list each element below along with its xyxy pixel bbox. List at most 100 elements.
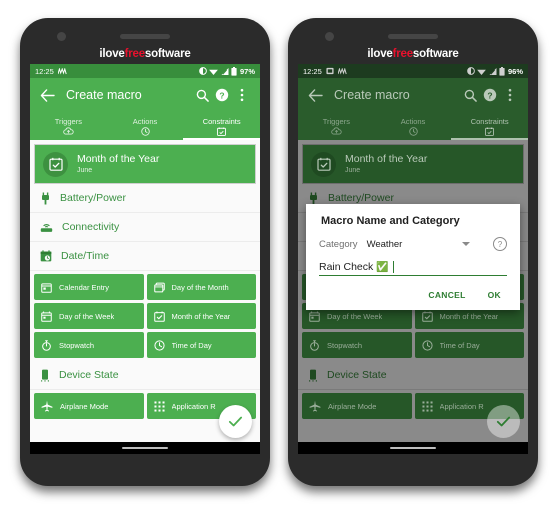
battery-percent: 96% [507, 66, 523, 76]
chip-label: Stopwatch [327, 340, 363, 350]
watermark-part3: software [412, 48, 459, 60]
category-select[interactable]: Weather [367, 239, 453, 250]
chip-label: Day of the Week [327, 311, 383, 321]
stopwatch-icon [309, 339, 320, 351]
section-battery-power[interactable]: Battery/Power [30, 184, 260, 213]
chip-label: Stopwatch [59, 340, 95, 350]
chip-time-of-day[interactable]: Time of Day [146, 332, 256, 358]
dialog-actions: CANCEL OK [319, 290, 507, 302]
selected-constraint-title: Month of the Year [77, 153, 160, 166]
notification-icon [57, 67, 67, 75]
calendar-days-icon [153, 282, 165, 293]
chip-label: Time of Day [439, 340, 480, 350]
chip-label: Application R [439, 401, 484, 411]
chip-day-of-the-week[interactable]: Day of the Week [34, 303, 144, 329]
tab-triggers-label: Triggers [322, 116, 350, 126]
section-label: Connectivity [62, 221, 120, 233]
calendar-check-icon [311, 151, 336, 177]
section-device-state[interactable]: Device State [30, 361, 260, 390]
section-label: Date/Time [61, 250, 110, 262]
status-time: 12:25 [35, 66, 54, 76]
constraints-list: Month of the Year June Battery/Power Con… [30, 140, 260, 442]
section-label: Device State [327, 369, 387, 381]
screen-left: 12:25 97% Create macro ? Triggers Action… [30, 64, 260, 454]
selected-constraint-card[interactable]: Month of the Year June [302, 144, 524, 184]
save-macro-fab[interactable] [487, 405, 520, 438]
front-camera-icon [325, 32, 334, 41]
home-gesture-pill[interactable] [122, 447, 168, 449]
chip-day-of-the-month[interactable]: Day of the Month [146, 274, 256, 300]
dialog-title: Macro Name and Category [321, 215, 460, 227]
router-icon [40, 221, 53, 233]
macro-name-input[interactable]: Rain Check ✅ [319, 261, 507, 276]
chip-airplane-mode[interactable]: Airplane Mode [302, 393, 412, 419]
battery-icon [499, 66, 506, 76]
chip-stopwatch[interactable]: Stopwatch [302, 332, 412, 358]
chip-calendar-entry[interactable]: Calendar Entry [34, 274, 144, 300]
macro-name-dialog: Macro Name and Category Category Weather… [306, 204, 520, 310]
chip-label: Time of Day [171, 340, 212, 350]
earpiece-speaker [388, 34, 438, 39]
notification-icon [337, 67, 347, 75]
clock-icon [421, 339, 433, 351]
phone-left: ilovefreesoftware 12:25 97% Create macro… [20, 18, 270, 486]
search-icon[interactable] [192, 85, 212, 105]
selected-constraint-card[interactable]: Month of the Year June [34, 144, 256, 184]
tab-constraints[interactable]: Constraints [183, 112, 260, 140]
clock-icon [140, 126, 150, 136]
status-bar: 12:25 [30, 64, 260, 78]
help-circle-icon[interactable]: ? [493, 237, 507, 251]
chip-time-of-day[interactable]: Time of Day [414, 332, 524, 358]
tab-constraints[interactable]: Constraints [451, 112, 528, 140]
earpiece-speaker [120, 34, 170, 39]
save-macro-fab[interactable] [219, 405, 252, 438]
tab-triggers[interactable]: Triggers [30, 112, 107, 140]
tab-constraints-label: Constraints [202, 116, 241, 126]
tab-bar: Triggers Actions Constraints [30, 112, 260, 140]
tab-actions[interactable]: Actions [107, 112, 184, 140]
section-device-state[interactable]: Device State [298, 361, 528, 390]
back-button[interactable] [38, 86, 56, 104]
watermark-part1: ilove [367, 48, 393, 60]
airplane-icon [309, 400, 321, 412]
calendar-check-icon [153, 310, 165, 322]
chip-label: Day of the Week [59, 311, 115, 321]
wifi-icon [477, 68, 487, 75]
help-circle-icon[interactable]: ? [212, 85, 232, 105]
chip-airplane-mode[interactable]: Airplane Mode [34, 393, 144, 419]
screen-right: 12:25 96% Create macro ? Triggers Action… [298, 64, 528, 454]
phone-right: ilovefreesoftware 12:25 96% Create macro… [288, 18, 538, 486]
check-icon [495, 413, 512, 430]
chip-label: Month of the Year [171, 311, 231, 321]
grid-apps-icon [153, 400, 165, 412]
home-gesture-pill[interactable] [390, 447, 436, 449]
search-icon[interactable] [460, 85, 480, 105]
more-vertical-icon[interactable] [500, 85, 520, 105]
cloud-upload-icon [63, 127, 74, 136]
chip-month-of-the-year[interactable]: Month of the Year [146, 303, 256, 329]
site-watermark: ilovefreesoftware [288, 48, 538, 60]
front-camera-icon [57, 32, 66, 41]
text-cursor [392, 261, 394, 273]
section-date-time[interactable]: Date/Time [30, 242, 260, 271]
calendar-check-icon [217, 127, 227, 136]
chip-label: Month of the Year [439, 311, 499, 321]
chip-stopwatch[interactable]: Stopwatch [34, 332, 144, 358]
back-button[interactable] [306, 86, 324, 104]
smartphone-icon [308, 369, 318, 382]
screenshot-icon [326, 67, 334, 75]
calendar-check-icon [43, 151, 68, 177]
selected-constraint-subtitle: June [345, 166, 361, 174]
tab-actions[interactable]: Actions [375, 112, 452, 140]
status-bar: 12:25 [298, 64, 528, 78]
more-vertical-icon[interactable] [232, 85, 252, 105]
screenshot-stage: ilovefreesoftware 12:25 97% Create macro… [0, 0, 550, 508]
section-connectivity[interactable]: Connectivity [30, 213, 260, 242]
tab-triggers[interactable]: Triggers [298, 112, 375, 140]
ok-button[interactable]: OK [488, 290, 501, 300]
help-circle-icon[interactable]: ? [480, 85, 500, 105]
chevron-down-icon[interactable] [462, 242, 470, 246]
checkmark-emoji: ✅ [376, 261, 389, 273]
clock-icon [408, 126, 418, 136]
cancel-button[interactable]: CANCEL [428, 290, 465, 300]
